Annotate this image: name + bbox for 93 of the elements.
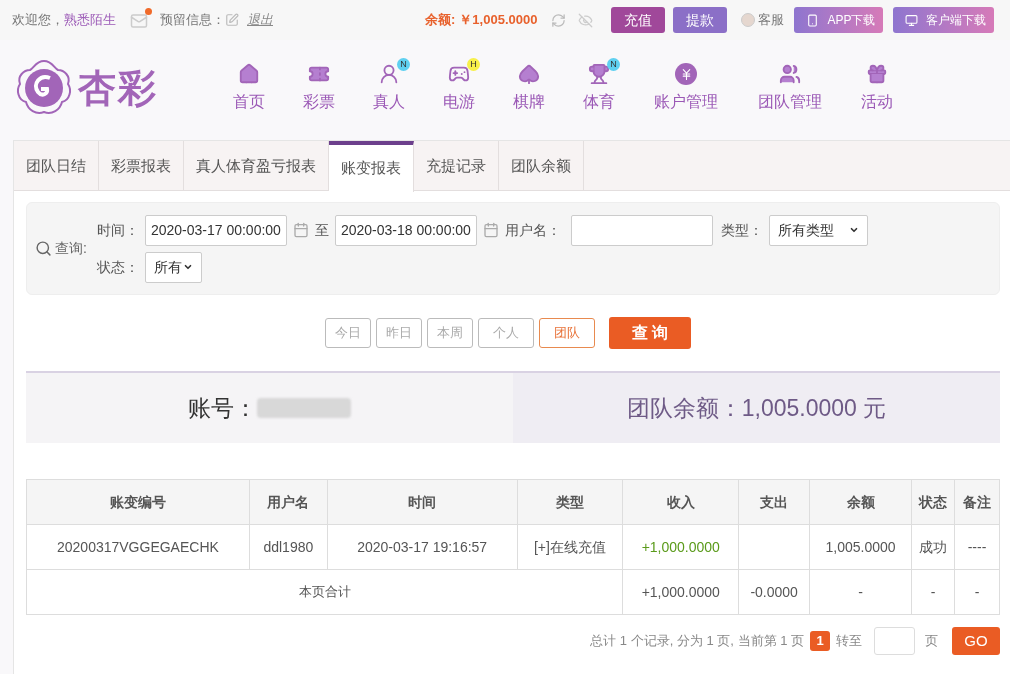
tab[interactable]: 团队余额 [499, 141, 584, 191]
nav-item[interactable]: 棋牌 [494, 62, 564, 114]
table-cell: +1,000.0000 [622, 524, 739, 570]
search-icon [35, 240, 52, 257]
logo-text[interactable]: 杏彩 [78, 59, 158, 117]
table-cell: - [911, 569, 955, 615]
balance-value: ￥1,005.0000 [459, 11, 538, 30]
column-header: 备注 [954, 479, 1000, 525]
customer-service-link[interactable]: 客服 [758, 10, 785, 30]
column-header: 状态 [911, 479, 955, 525]
deposit-button[interactable]: 充值 [611, 7, 666, 33]
phone-icon [806, 13, 820, 27]
calendar-icon[interactable] [292, 222, 309, 238]
type-select[interactable]: 所有类型 [768, 214, 868, 246]
total-label: 本页合计 [26, 569, 623, 615]
go-button[interactable]: GO [952, 627, 1000, 655]
column-header: 收入 [622, 479, 739, 525]
username-field[interactable] [570, 214, 713, 246]
column-header: 支出 [738, 479, 810, 525]
table-cell: - [809, 569, 912, 615]
users-icon [779, 63, 801, 85]
welcome-text: 欢迎您， [12, 11, 64, 30]
query-button[interactable]: 查 询 [609, 317, 691, 349]
quick-filter-button[interactable]: 团队 [539, 318, 595, 348]
column-header: 余额 [809, 479, 912, 525]
edit-icon[interactable] [225, 13, 239, 27]
app-download-button[interactable]: APP下载 [794, 7, 884, 33]
table-cell: 成功 [911, 524, 955, 570]
column-header: 账变编号 [26, 479, 250, 525]
table-cell: 2020-03-17 19:16:57 [327, 524, 517, 570]
reserved-info-label: 预留信息： [160, 11, 225, 30]
nav-item[interactable]: 团队管理 [738, 62, 842, 114]
table-cell: +1,000.0000 [622, 569, 739, 615]
quick-filter-button[interactable]: 本周 [427, 318, 473, 348]
logout-link[interactable]: 退出 [247, 10, 273, 30]
team-balance-text: 团队余额：1,005.0000 元 [626, 393, 887, 423]
caret-icon [182, 262, 193, 272]
withdraw-button[interactable]: 提款 [673, 7, 728, 33]
caret-icon [848, 225, 859, 235]
status-label: 状态： [96, 257, 139, 277]
table-cell: ---- [954, 524, 1000, 570]
spade-icon [518, 63, 540, 85]
table-cell: - [954, 569, 1000, 615]
monitor-icon [905, 13, 919, 27]
quick-filter-button[interactable]: 个人 [478, 318, 534, 348]
table-cell: -0.0000 [738, 569, 810, 615]
column-header: 用户名 [249, 479, 328, 525]
home-icon [238, 63, 260, 85]
client-download-button[interactable]: 客户端下载 [893, 7, 995, 33]
calendar-icon[interactable] [482, 222, 499, 238]
badge: N [397, 58, 410, 71]
nav-item[interactable]: 彩票 [284, 62, 354, 114]
query-label: 查询: [55, 239, 87, 258]
table-cell: 20200317VGGEGAECHK [26, 524, 250, 570]
table-cell [738, 524, 810, 570]
nav-item[interactable]: 账户管理 [634, 62, 738, 114]
column-header: 时间 [327, 479, 517, 525]
type-label: 类型： [720, 220, 763, 240]
tab[interactable]: 充提记录 [414, 141, 499, 191]
nav-item[interactable]: 活动 [842, 62, 912, 114]
hide-icon[interactable] [578, 12, 594, 28]
page-field[interactable] [874, 627, 915, 655]
trophy-icon [588, 63, 610, 85]
column-header: 类型 [517, 479, 623, 525]
username-label: 用户名： [504, 220, 561, 240]
start-date-field[interactable]: 2020-03-17 00:00:00 [144, 214, 287, 246]
badge: N [607, 58, 620, 71]
badge: H [467, 58, 480, 71]
tab[interactable]: 账变报表 [329, 141, 414, 192]
goto-label: 转至 [836, 632, 862, 651]
to-label: 至 [314, 220, 329, 240]
time-label: 时间： [96, 220, 139, 240]
tab[interactable]: 团队日结 [14, 141, 99, 191]
nav-item[interactable]: 首页 [214, 62, 284, 114]
table-cell: [+]在线充值 [517, 524, 623, 570]
avatar-icon [741, 13, 756, 27]
table-cell: ddl1980 [249, 524, 328, 570]
refresh-icon[interactable] [551, 12, 567, 28]
account-label: 账号： [188, 393, 257, 423]
status-select[interactable]: 所有 [144, 251, 202, 283]
page-label: 页 [925, 632, 938, 651]
person-icon [378, 63, 400, 85]
tab[interactable]: 彩票报表 [99, 141, 184, 191]
end-date-field[interactable]: 2020-03-18 00:00:00 [334, 214, 477, 246]
table-cell: 1,005.0000 [809, 524, 912, 570]
current-page[interactable]: 1 [810, 631, 830, 651]
yen-coin-icon [675, 63, 697, 85]
username-link[interactable]: 熟悉陌生 [64, 10, 116, 30]
pagination-summary: 总计 1 个记录, 分为 1 页, 当前第 1 页 [590, 632, 804, 651]
balance-label: 余额: [425, 11, 456, 30]
quick-filter-button[interactable]: 今日 [325, 318, 371, 348]
quick-filter-button[interactable]: 昨日 [376, 318, 422, 348]
gift-icon [866, 63, 888, 85]
